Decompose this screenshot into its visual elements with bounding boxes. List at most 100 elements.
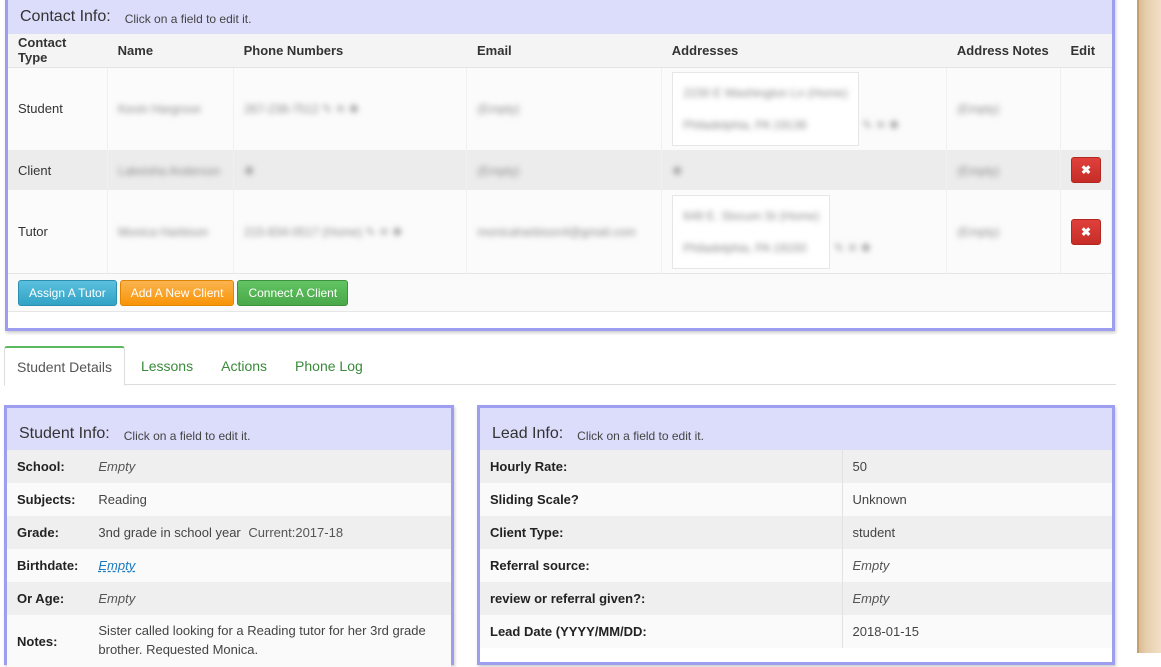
school-label: School:: [7, 450, 89, 483]
student-info-table: School: Empty Subjects: Reading Grade: 3…: [7, 450, 451, 667]
contact-address[interactable]: ✚: [661, 150, 948, 190]
table-row: Grade: 3nd grade in school year Current:…: [7, 516, 451, 549]
table-row: Sliding Scale? Unknown: [480, 483, 1112, 516]
grade-field[interactable]: 3nd grade in school year Current:2017-18: [88, 516, 451, 549]
tab-lessons[interactable]: Lessons: [129, 346, 205, 385]
assign-tutor-button[interactable]: Assign A Tutor: [18, 280, 117, 306]
contact-name-text: Monica Harbison: [118, 225, 209, 239]
contact-phone-text: 215-834-0517 (Home) ✎ ✕ ✚: [244, 225, 403, 239]
address-notes-text: (Empty): [957, 102, 1000, 117]
grade-current: Current:2017-18: [248, 525, 344, 540]
delete-contact-button[interactable]: ✖: [1071, 157, 1101, 183]
hourly-rate-field[interactable]: 50: [842, 450, 1112, 483]
lead-info-hint: Click on a field to edit it.: [577, 429, 704, 443]
review-referral-field[interactable]: Empty: [842, 582, 1112, 615]
col-addresses: Addresses: [661, 34, 947, 68]
student-info-header: Student Info: Click on a field to edit i…: [7, 408, 451, 450]
referral-source-field[interactable]: Empty: [842, 549, 1112, 582]
col-name: Name: [107, 34, 234, 68]
birthdate-label: Birthdate:: [7, 549, 89, 582]
lead-date-field[interactable]: 2018-01-15: [842, 615, 1112, 648]
grade-value: 3nd grade in school year: [98, 525, 241, 540]
contact-name[interactable]: Kevin Hargrove: [107, 67, 235, 150]
sliding-scale-label: Sliding Scale?: [480, 483, 843, 516]
hourly-rate-label: Hourly Rate:: [480, 450, 843, 483]
notes-label: Notes:: [7, 615, 89, 667]
client-type-field[interactable]: student: [842, 516, 1112, 549]
contact-name[interactable]: Lakeisha Anderson: [107, 150, 235, 190]
referral-source-label: Referral source:: [480, 549, 843, 582]
grade-label: Grade:: [7, 516, 89, 549]
student-info-panel: Student Info: Click on a field to edit i…: [4, 405, 454, 667]
client-type-label: Client Type:: [480, 516, 843, 549]
sliding-scale-field[interactable]: Unknown: [842, 483, 1112, 516]
lead-date-label: Lead Date (YYYY/MM/DD:: [480, 615, 843, 648]
student-info-title: Student Info:: [19, 425, 110, 442]
contact-address-notes[interactable]: (Empty): [946, 150, 1061, 190]
birthdate-field[interactable]: Empty: [88, 549, 451, 582]
connect-client-button[interactable]: Connect A Client: [237, 280, 349, 306]
address-line-1: 649 E. Slocum St (Home): [683, 208, 820, 223]
contact-email-text: (Empty): [477, 102, 520, 117]
contact-table: Contact Type Name Phone Numbers Email Ad…: [8, 34, 1112, 273]
address-box: 2230 E Washington Ln (Home) Philadelphia…: [672, 71, 859, 146]
age-value: Empty: [98, 591, 136, 606]
tab-actions[interactable]: Actions: [209, 346, 279, 385]
tab-student-details[interactable]: Student Details: [4, 346, 125, 386]
table-row: Client Lakeisha Anderson ✚ (Empty) ✚ (Em…: [8, 150, 1112, 190]
contact-address[interactable]: 649 E. Slocum St (Home) Philadelphia, PA…: [661, 190, 948, 273]
delete-contact-button[interactable]: ✖: [1071, 218, 1101, 245]
contact-email[interactable]: (Empty): [466, 67, 663, 150]
add-address-icon[interactable]: ✚: [672, 164, 682, 178]
details-tabs: Student Details Lessons Actions Phone Lo…: [4, 346, 1116, 386]
contact-info-title: Contact Info:: [20, 8, 111, 25]
table-row: Tutor Monica Harbison 215-834-0517 (Home…: [8, 190, 1112, 273]
subjects-label: Subjects:: [7, 483, 89, 516]
lead-info-panel: Lead Info: Click on a field to edit it. …: [477, 405, 1115, 665]
contact-phone[interactable]: 215-834-0517 (Home) ✎ ✕ ✚: [233, 190, 468, 273]
contact-edit-cell: ✖: [1060, 150, 1112, 190]
lead-info-header: Lead Info: Click on a field to edit it.: [480, 408, 1112, 450]
add-phone-icon[interactable]: ✚: [244, 164, 254, 178]
lead-info-table: Hourly Rate: 50 Sliding Scale? Unknown C…: [480, 450, 1112, 648]
school-value: Empty: [98, 459, 136, 474]
subjects-field[interactable]: Reading: [88, 483, 451, 516]
referral-source-value: Empty: [852, 558, 890, 573]
contact-type: Client: [8, 150, 109, 190]
contact-email-text: (Empty): [477, 163, 520, 178]
address-line-2: Philadelphia, PA 19150: [683, 240, 807, 255]
table-row: Subjects: Reading: [7, 483, 451, 516]
contact-edit-cell: ✖: [1060, 190, 1112, 273]
contact-email[interactable]: monicaharbison4@gmail.com: [466, 190, 663, 273]
birthdate-link[interactable]: Empty: [98, 558, 135, 573]
contact-address[interactable]: 2230 E Washington Ln (Home) Philadelphia…: [661, 67, 948, 150]
school-field[interactable]: Empty: [88, 450, 451, 483]
address-notes-text: (Empty): [957, 225, 1000, 239]
contact-info-header: Contact Info: Click on a field to edit i…: [8, 0, 1112, 34]
address-line-1: 2230 E Washington Ln (Home): [683, 85, 848, 100]
address-box: 649 E. Slocum St (Home) Philadelphia, PA…: [672, 194, 831, 269]
contact-address-notes[interactable]: (Empty): [946, 190, 1061, 273]
contact-address-notes[interactable]: (Empty): [946, 67, 1061, 150]
add-new-client-button[interactable]: Add A New Client: [119, 280, 235, 306]
age-field[interactable]: Empty: [88, 582, 451, 615]
contact-info-hint: Click on a field to edit it.: [124, 12, 252, 26]
contact-actions-bar: Assign A Tutor Add A New Client Connect …: [8, 273, 1112, 312]
contact-edit-cell: [1060, 67, 1112, 150]
table-row: Referral source: Empty: [480, 549, 1112, 582]
contact-info-panel: Contact Info: Click on a field to edit i…: [5, 0, 1115, 331]
contact-email[interactable]: (Empty): [466, 150, 663, 190]
table-row: Client Type: student: [480, 516, 1112, 549]
contact-name[interactable]: Monica Harbison: [107, 190, 235, 273]
contact-type: Tutor: [8, 190, 109, 273]
tab-phone-log[interactable]: Phone Log: [283, 346, 375, 385]
address-actions[interactable]: ✎ ✕ ✚: [862, 118, 899, 132]
address-actions[interactable]: ✎ ✕ ✚: [834, 241, 871, 255]
contact-name-text: Kevin Hargrove: [118, 102, 201, 117]
table-row: Hourly Rate: 50: [480, 450, 1112, 483]
contact-phone[interactable]: ✚: [233, 150, 468, 190]
notes-field[interactable]: Sister called looking for a Reading tuto…: [88, 615, 451, 667]
age-label: Or Age:: [7, 582, 89, 615]
contact-name-text: Lakeisha Anderson: [118, 163, 221, 178]
contact-phone[interactable]: 267-238-7512 ✎ ✕ ✚: [233, 67, 468, 150]
